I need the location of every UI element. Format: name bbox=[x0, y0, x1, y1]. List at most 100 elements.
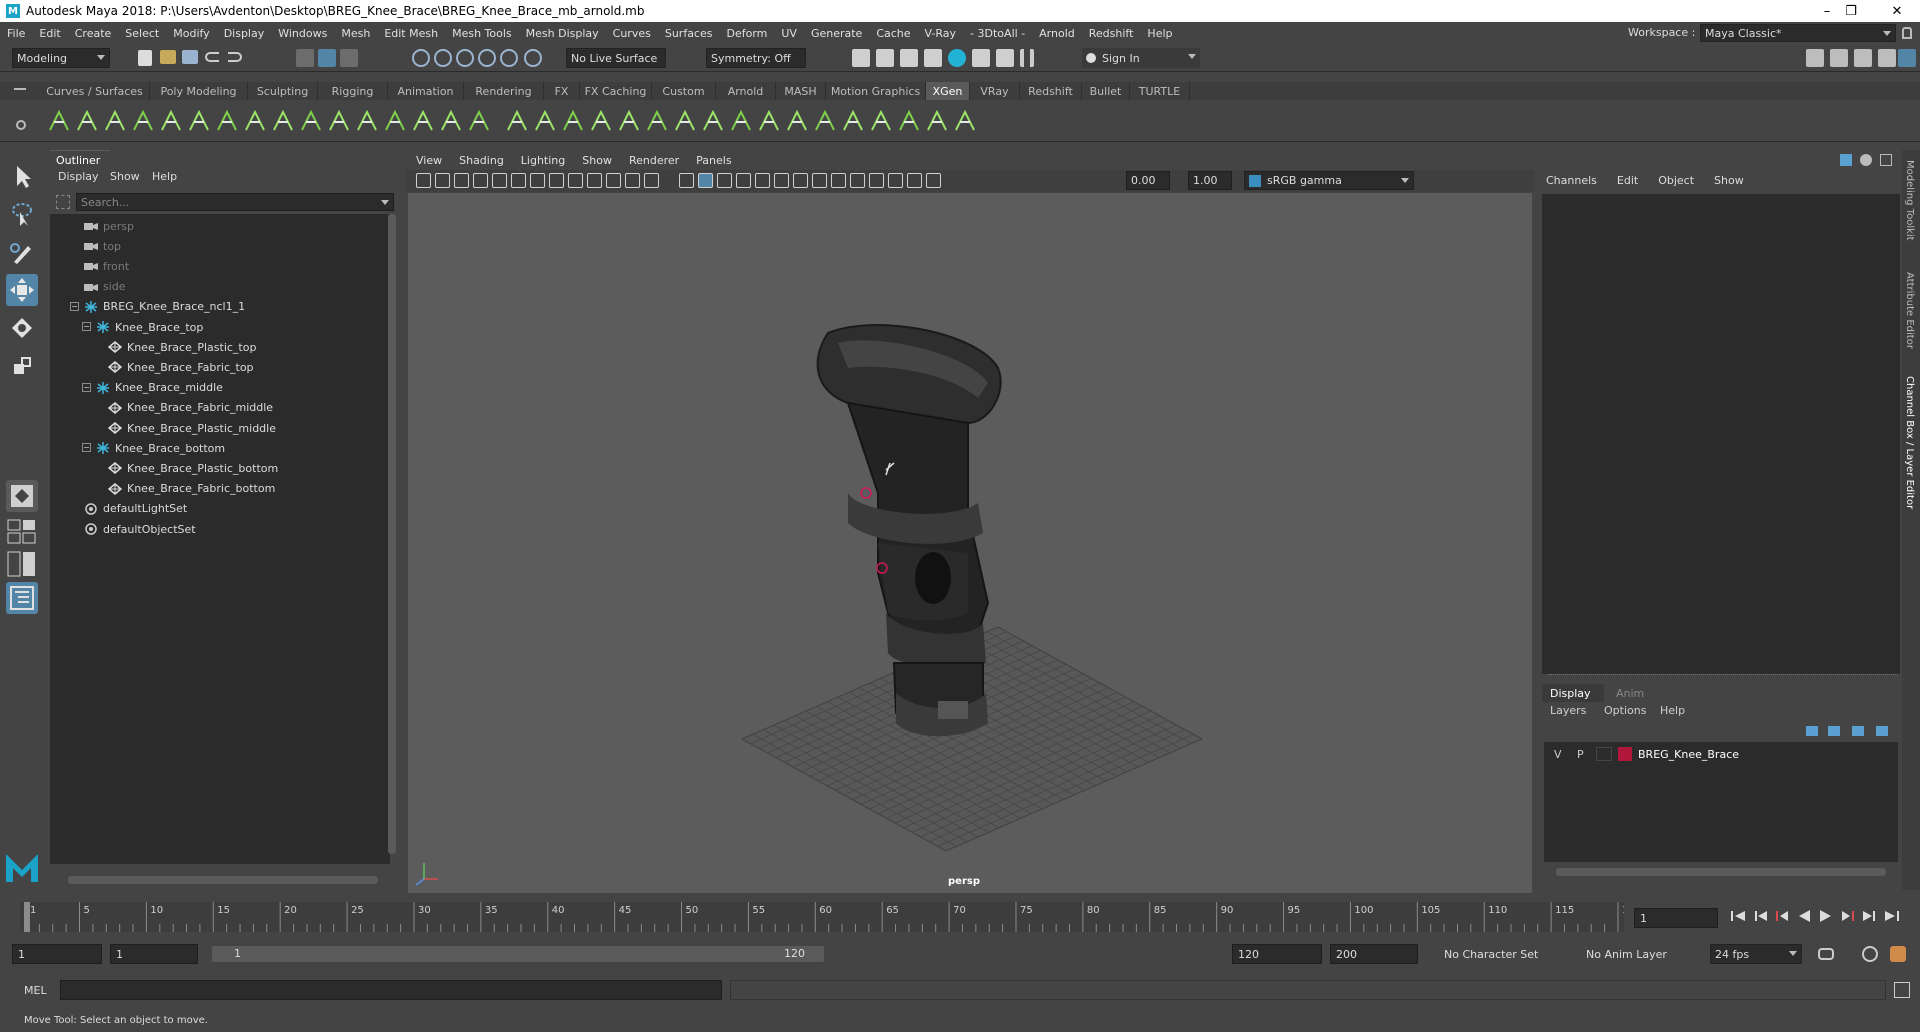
channel-box-menu-channels[interactable]: Channels bbox=[1546, 174, 1597, 187]
snap-center-icon[interactable] bbox=[524, 49, 542, 67]
camera-attributes-icon[interactable] bbox=[435, 173, 450, 188]
search-dropdown-arrow-icon[interactable] bbox=[381, 200, 389, 205]
outliner-horizontal-scrollbar[interactable] bbox=[68, 876, 378, 884]
field-chart-icon[interactable] bbox=[606, 173, 621, 188]
animation-preferences-icon[interactable] bbox=[1890, 946, 1906, 962]
outliner-item[interactable]: front bbox=[84, 256, 129, 276]
layer-menu-options[interactable]: Options bbox=[1604, 704, 1646, 717]
new-layer-icon[interactable] bbox=[1852, 726, 1864, 736]
side-tab-modeling-toolkit[interactable]: Modeling Toolkit bbox=[1904, 160, 1915, 241]
anim-layer-dropdown[interactable]: No Anim Layer bbox=[1582, 944, 1694, 964]
import-groom-icon[interactable] bbox=[896, 108, 922, 134]
gamma-field[interactable]: 1.00 bbox=[1188, 171, 1232, 190]
step-forward-key-icon[interactable] bbox=[1862, 908, 1878, 924]
outliner-search-input[interactable]: Search... bbox=[76, 193, 394, 211]
create-description-icon[interactable] bbox=[74, 108, 100, 134]
select-hierarchy-icon[interactable] bbox=[296, 49, 314, 67]
menu-edit-mesh[interactable]: Edit Mesh bbox=[377, 27, 445, 40]
go-to-start-icon[interactable] bbox=[1730, 908, 1746, 924]
ipr-render-icon[interactable] bbox=[900, 49, 918, 67]
outliner-item[interactable]: defaultLightSet bbox=[84, 499, 187, 519]
animation-end-field[interactable]: 200 bbox=[1330, 944, 1418, 964]
create-groom-icon[interactable] bbox=[354, 108, 380, 134]
outliner-item[interactable]: Knee_Brace_Fabric_bottom bbox=[107, 479, 275, 499]
snap-curve-icon[interactable] bbox=[434, 49, 452, 67]
clump-groom-icon[interactable] bbox=[532, 108, 558, 134]
render-sequence-icon[interactable] bbox=[972, 49, 990, 67]
lock-guides-icon[interactable] bbox=[270, 108, 296, 134]
use-all-lights-icon[interactable] bbox=[755, 173, 770, 188]
menu-modify[interactable]: Modify bbox=[166, 27, 216, 40]
filter-icon[interactable] bbox=[56, 195, 70, 209]
motion-blur-icon[interactable] bbox=[812, 173, 827, 188]
channel-box-menu-edit[interactable]: Edit bbox=[1617, 174, 1638, 187]
step-forward-frame-icon[interactable] bbox=[1840, 908, 1856, 924]
shelf-tab-curves-surfaces[interactable]: Curves / Surfaces bbox=[40, 82, 150, 100]
outliner-tab[interactable]: Outliner bbox=[50, 150, 110, 168]
add-guide-icon[interactable] bbox=[130, 108, 156, 134]
move-layer-down-icon[interactable] bbox=[1828, 726, 1840, 736]
channel-box-icon-1[interactable] bbox=[1840, 154, 1852, 166]
mirror-groom-icon[interactable] bbox=[644, 108, 670, 134]
single-perspective-layout-button[interactable] bbox=[6, 480, 38, 512]
viewport-menu-lighting[interactable]: Lighting bbox=[521, 154, 565, 167]
shelf-tab-xgen[interactable]: XGen bbox=[926, 82, 970, 100]
menu-surfaces[interactable]: Surfaces bbox=[658, 27, 720, 40]
grid-icon[interactable] bbox=[530, 173, 545, 188]
shelf-tab-fx-caching[interactable]: FX Caching bbox=[580, 82, 652, 100]
play-forward-icon[interactable] bbox=[1818, 908, 1834, 924]
auto-key-icon[interactable] bbox=[1862, 946, 1878, 962]
exposure-field[interactable]: 0.00 bbox=[1126, 171, 1170, 190]
new-scene-icon[interactable] bbox=[138, 50, 152, 66]
outliner-item[interactable]: − Knee_Brace_top bbox=[82, 317, 203, 337]
live-surface-field[interactable]: No Live Surface bbox=[566, 48, 666, 68]
menu-uv[interactable]: UV bbox=[774, 27, 804, 40]
outliner-item[interactable]: − BREG_Knee_Brace_ncl1_1 bbox=[70, 297, 245, 317]
noise-groom-icon[interactable] bbox=[504, 108, 530, 134]
menu-select[interactable]: Select bbox=[118, 27, 166, 40]
collapse-toggle-icon[interactable]: − bbox=[82, 443, 91, 453]
shelf-tab-turtle[interactable]: TURTLE bbox=[1130, 82, 1190, 100]
anti-aliasing-icon[interactable] bbox=[831, 173, 846, 188]
menu-3dtoall[interactable]: - 3DtoAll - bbox=[963, 27, 1032, 40]
safe-title-icon[interactable] bbox=[644, 173, 659, 188]
sculpt-groom-icon[interactable] bbox=[616, 108, 642, 134]
shelf-tab-redshift[interactable]: Redshift bbox=[1020, 82, 1082, 100]
shelf-tab-custom[interactable]: Custom bbox=[652, 82, 716, 100]
hypershade-icon[interactable] bbox=[948, 49, 966, 67]
xray-components-icon[interactable] bbox=[926, 173, 941, 188]
outliner-item[interactable]: top bbox=[84, 236, 121, 256]
outliner-item[interactable]: Knee_Brace_Plastic_middle bbox=[107, 418, 276, 438]
viewport-menu-shading[interactable]: Shading bbox=[459, 154, 504, 167]
menu-curves[interactable]: Curves bbox=[606, 27, 658, 40]
snap-grid-icon[interactable] bbox=[412, 49, 430, 67]
toggle-guides-icon[interactable] bbox=[242, 108, 268, 134]
menu-windows[interactable]: Windows bbox=[271, 27, 334, 40]
shelf-tab-bullet[interactable]: Bullet bbox=[1082, 82, 1130, 100]
menu-display[interactable]: Display bbox=[217, 27, 272, 40]
twist-groom-icon[interactable] bbox=[756, 108, 782, 134]
channel-box-toggle-icon[interactable] bbox=[1878, 49, 1896, 67]
render-frame-icon[interactable] bbox=[876, 49, 894, 67]
channel-box-icon-2[interactable] bbox=[1860, 154, 1872, 166]
character-set-dropdown[interactable]: No Character Set bbox=[1440, 944, 1568, 964]
gate-mask-icon[interactable] bbox=[587, 173, 602, 188]
menu-file[interactable]: File bbox=[0, 27, 32, 40]
sculpt-guides-icon[interactable] bbox=[158, 108, 184, 134]
shelf-tab-mash[interactable]: MASH bbox=[776, 82, 826, 100]
menu-create[interactable]: Create bbox=[68, 27, 119, 40]
viewport-menu-show[interactable]: Show bbox=[582, 154, 612, 167]
outliner-item[interactable]: − Knee_Brace_bottom bbox=[82, 438, 225, 458]
attribute-editor-icon[interactable] bbox=[1830, 49, 1848, 67]
select-camera-icon[interactable] bbox=[416, 173, 431, 188]
select-tool[interactable] bbox=[6, 160, 38, 192]
outliner-item[interactable]: Knee_Brace_Fabric_top bbox=[107, 357, 254, 377]
outliner-menu-display[interactable]: Display bbox=[58, 170, 99, 183]
panel-splitter[interactable] bbox=[1548, 674, 1898, 675]
outliner-item[interactable]: Knee_Brace_Plastic_top bbox=[107, 337, 256, 357]
shelf-tab-motion-graphics[interactable]: Motion Graphics bbox=[826, 82, 926, 100]
outliner-item[interactable]: persp bbox=[84, 216, 134, 236]
smooth-groom-icon[interactable] bbox=[466, 108, 492, 134]
outliner-menu-show[interactable]: Show bbox=[110, 170, 140, 183]
redo-icon[interactable] bbox=[228, 52, 242, 62]
